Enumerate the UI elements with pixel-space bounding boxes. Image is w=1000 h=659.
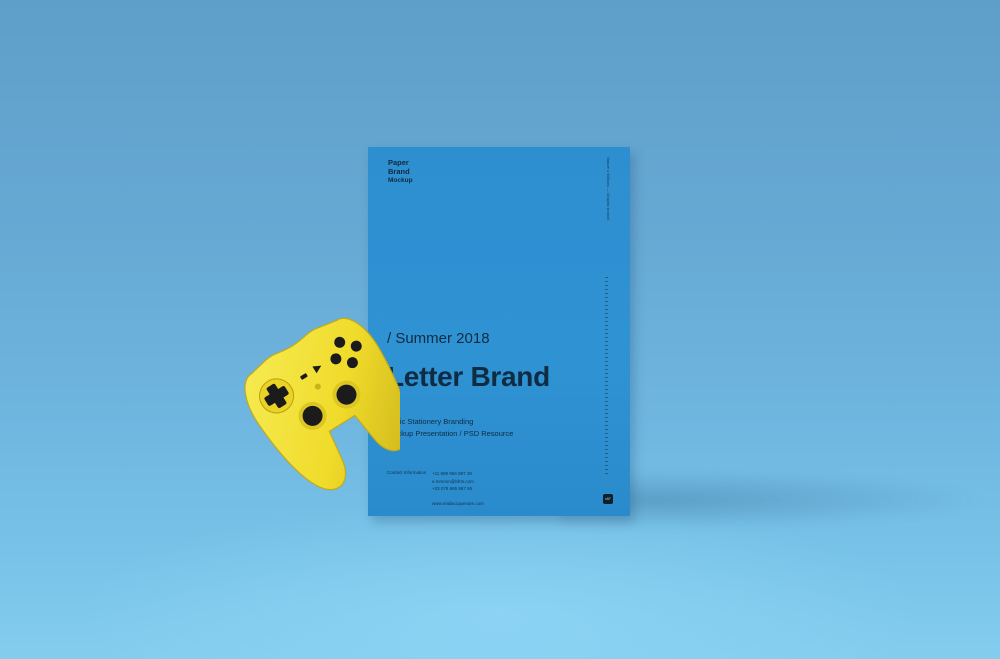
brand-logo: Paper Brand Mockup <box>388 158 413 185</box>
contact-block: +11 999 966 987 39 e.mmmm@bfrts.com +33 … <box>432 470 474 493</box>
gamepad-icon <box>244 317 400 491</box>
contact-line-3: +33 078 965 987 65 <box>432 486 473 491</box>
contact-line-1: +11 999 966 987 39 <box>432 471 472 476</box>
fine-print-column <box>605 277 608 477</box>
letter-paper: Paper Brand Mockup Nature x Willows — Gr… <box>368 147 630 516</box>
letter-title: Letter Brand <box>387 361 550 392</box>
photo-scene: Paper Brand Mockup Nature x Willows — Gr… <box>0 0 1000 659</box>
logo-line-3: Mockup <box>388 177 413 184</box>
contact-line-2: e.mmmm@bfrts.com <box>432 478 474 484</box>
logo-line-2: Brand <box>388 167 410 176</box>
side-text-label: Nature x Willows — Graphic branch <box>606 157 611 221</box>
letter-subtitle: Basic Stationery Branding Mockup Present… <box>387 416 513 440</box>
subtitle-line-1: Basic Stationery Branding <box>387 417 474 426</box>
season-label: / Summer 2018 <box>387 330 490 347</box>
website-text: www.mailaccquenam.com <box>432 501 485 506</box>
logo-line-1: Paper <box>388 158 409 167</box>
subtitle-line-2: Mockup Presentation / PSD Resource <box>387 429 514 438</box>
version-badge: v07 <box>603 494 613 504</box>
